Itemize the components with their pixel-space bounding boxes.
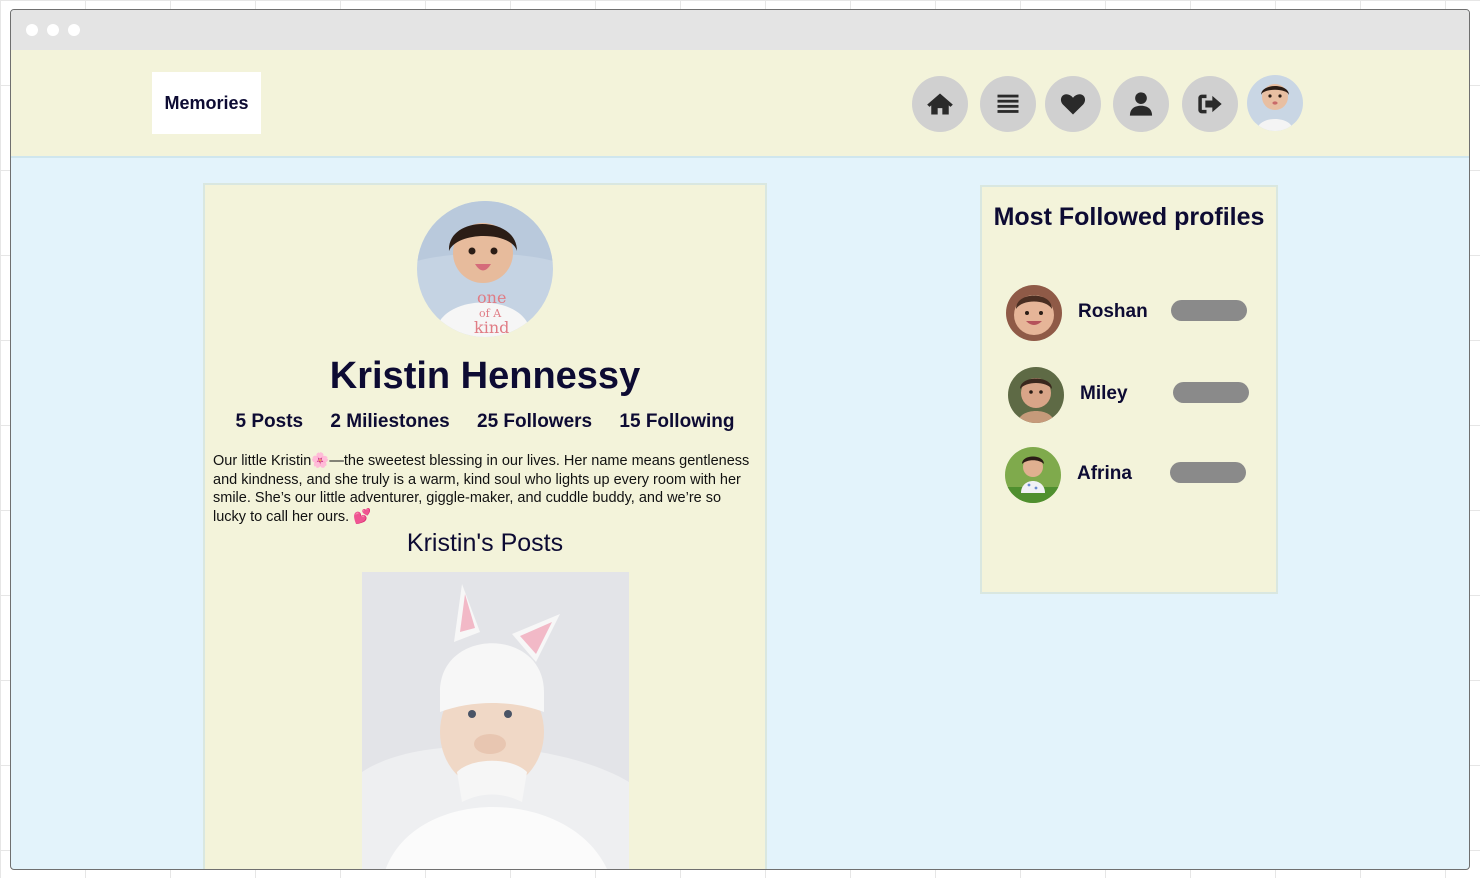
profile-card: one of A kind Kristin Hennessy 5 Posts 2… bbox=[203, 183, 767, 869]
most-followed-title: Most Followed profiles bbox=[993, 203, 1265, 231]
profile-bio: Our little Kristin🌸—the sweetest blessin… bbox=[213, 453, 750, 525]
baby-photo-avatar bbox=[1005, 447, 1061, 503]
svg-text:one: one bbox=[477, 288, 506, 307]
follow-name-afrina[interactable]: Afrina bbox=[1077, 463, 1132, 485]
nav-favorites-button[interactable] bbox=[1045, 76, 1101, 132]
avatar-roshan[interactable] bbox=[1006, 285, 1062, 341]
stat-milestones[interactable]: 2 Miliestones bbox=[330, 411, 449, 432]
follow-name-roshan[interactable]: Roshan bbox=[1078, 301, 1148, 323]
baby-bunny-hat-photo bbox=[362, 572, 629, 869]
user-icon bbox=[1129, 92, 1153, 116]
window-control-minimize[interactable] bbox=[47, 24, 59, 36]
window-titlebar bbox=[11, 10, 1469, 50]
follow-button-afrina[interactable] bbox=[1170, 462, 1246, 483]
avatar-afrina[interactable] bbox=[1005, 447, 1061, 503]
browser-window: Memories one of A kind Kristin Hennessy … bbox=[10, 9, 1470, 870]
stat-following[interactable]: 15 Following bbox=[619, 411, 734, 432]
home-icon bbox=[927, 93, 953, 115]
follow-row-miley: Miley bbox=[982, 367, 1276, 425]
nav-profile-button[interactable] bbox=[1113, 76, 1169, 132]
svg-text:kind: kind bbox=[474, 318, 509, 337]
follow-button-miley[interactable] bbox=[1173, 382, 1249, 403]
nav-logout-button[interactable] bbox=[1182, 76, 1238, 132]
nav-home-button[interactable] bbox=[912, 76, 968, 132]
list-icon bbox=[997, 94, 1019, 113]
most-followed-card: Most Followed profiles Roshan Miley Afri… bbox=[980, 185, 1278, 594]
posts-section-title: Kristin's Posts bbox=[406, 529, 564, 557]
window-control-maximize[interactable] bbox=[68, 24, 80, 36]
follow-button-roshan[interactable] bbox=[1171, 300, 1247, 321]
follow-row-roshan: Roshan bbox=[982, 285, 1276, 343]
profile-name: Kristin Hennessy bbox=[329, 355, 641, 397]
stat-followers[interactable]: 25 Followers bbox=[477, 411, 592, 432]
stat-posts[interactable]: 5 Posts bbox=[236, 411, 304, 432]
window-control-close[interactable] bbox=[26, 24, 38, 36]
heart-icon bbox=[1060, 94, 1086, 115]
profile-avatar: one of A kind bbox=[417, 201, 553, 337]
baby-photo-avatar: one of A kind bbox=[417, 201, 553, 337]
profile-stats: 5 Posts 2 Miliestones 25 Followers 15 Fo… bbox=[205, 411, 765, 433]
top-navbar: Memories bbox=[11, 50, 1469, 158]
baby-photo-avatar bbox=[1008, 367, 1064, 423]
baby-photo-avatar bbox=[1247, 75, 1303, 131]
post-image[interactable] bbox=[362, 572, 629, 869]
sign-out-icon bbox=[1198, 94, 1222, 114]
follow-name-miley[interactable]: Miley bbox=[1080, 383, 1128, 405]
current-user-avatar[interactable] bbox=[1247, 75, 1303, 131]
logo-button[interactable]: Memories bbox=[152, 72, 261, 134]
baby-photo-avatar bbox=[1006, 285, 1062, 341]
avatar-miley[interactable] bbox=[1008, 367, 1064, 423]
nav-list-button[interactable] bbox=[980, 76, 1036, 132]
follow-row-afrina: Afrina bbox=[982, 447, 1276, 505]
